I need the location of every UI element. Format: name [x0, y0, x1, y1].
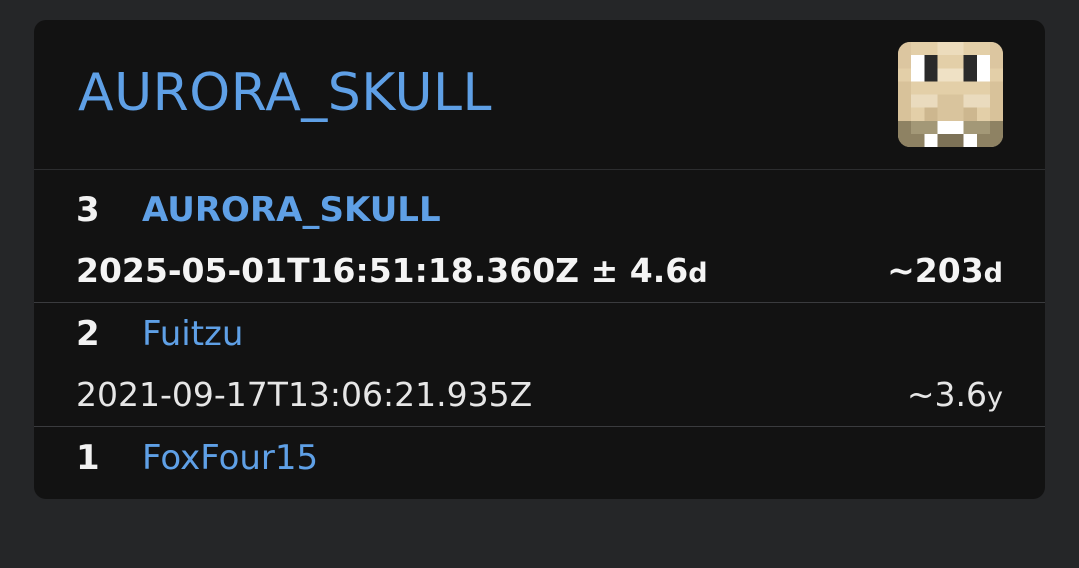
rank-number: 1 — [76, 438, 100, 478]
rank-number: 3 — [76, 190, 100, 230]
header-divider — [34, 169, 1045, 170]
change-date: 2021-09-17T13:06:21.935Z — [76, 375, 532, 415]
change-date-value: 2025-05-01T16:51:18.360Z ± 4.6 — [76, 251, 689, 290]
name-age-value: ~3.6 — [906, 375, 988, 414]
change-date-value: 2021-09-17T13:06:21.935Z — [76, 375, 533, 414]
name-link[interactable]: FoxFour15 — [142, 438, 318, 478]
name-age: ~3.6y — [907, 375, 1003, 418]
name-link[interactable]: Fuitzu — [142, 314, 243, 354]
name-link[interactable]: AURORA_SKULL — [142, 190, 441, 230]
row-divider — [34, 426, 1045, 427]
name-age-unit: d — [983, 258, 1003, 289]
row-divider — [34, 302, 1045, 303]
page-title: AURORA_SKULL — [78, 63, 493, 123]
name-history-card: AURORA_SKULL 3 AURORA_SKULL 2025-05-01T1… — [34, 20, 1045, 499]
card-header: AURORA_SKULL — [34, 20, 1045, 169]
name-age-value: ~203 — [887, 251, 984, 290]
player-skin-head-icon[interactable] — [898, 42, 1003, 147]
rank-number: 2 — [76, 314, 100, 354]
name-age-unit: y — [987, 382, 1003, 413]
name-age: ~203d — [887, 251, 1003, 294]
change-date-unit: d — [688, 258, 708, 289]
change-date: 2025-05-01T16:51:18.360Z ± 4.6d — [76, 251, 708, 294]
